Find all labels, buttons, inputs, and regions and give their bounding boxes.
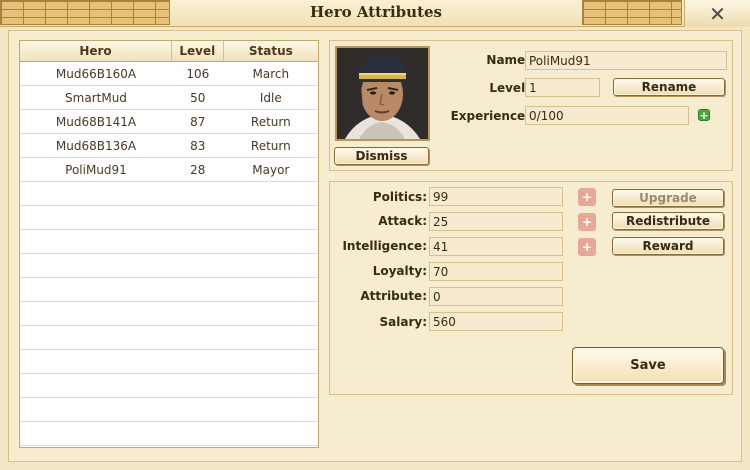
salary-field: 560 [429,312,563,331]
hero-name-cell: SmartMud [65,90,127,105]
table-row[interactable]: SmartMud 50 Idle [20,86,318,110]
hero-portrait [335,46,430,141]
empty-row [20,398,318,422]
politics-label: Politics: [372,190,427,204]
attack-label: Attack: [378,214,427,228]
hero-list-table: Hero Level Status Mud66B160A 106 March S… [19,40,319,448]
reward-button[interactable]: Reward [612,237,724,255]
hero-level-cell: 106 [186,66,210,81]
experience-field: 0/100 [525,106,689,125]
empty-row [20,326,318,350]
add-politics-icon[interactable]: + [578,188,596,206]
hero-portrait-image [337,48,428,139]
table-row[interactable]: Mud68B141A 87 Return [20,110,318,134]
empty-row [20,230,318,254]
hero-level-cell: 28 [190,162,206,177]
hero-level-cell: 50 [190,90,206,105]
loyalty-field: 70 [429,262,563,281]
empty-row [20,374,318,398]
brick-decoration-right [582,0,682,25]
empty-row [20,278,318,302]
hero-status-cell: March [252,66,290,81]
brick-decoration-left [0,0,170,25]
window-title: Hero Attributes [310,3,442,21]
upgrade-button[interactable]: Upgrade [612,189,724,207]
add-intelligence-icon[interactable]: + [578,238,596,256]
empty-row [20,422,318,446]
add-attack-icon[interactable]: + [578,213,596,231]
dismiss-button[interactable]: Dismiss [334,147,429,165]
attribute-label: Attribute: [360,289,427,303]
dialog-body: Hero Level Status Mud66B160A 106 March S… [8,30,742,462]
save-button[interactable]: Save [572,347,724,384]
salary-label: Salary: [379,315,428,329]
hero-profile-panel: Dismiss Name: PoliMud91 Level: 1 Rename … [329,40,733,171]
hero-name-cell: Mud68B141A [55,114,137,129]
loyalty-label: Loyalty: [372,264,427,278]
name-label: Name: [486,53,530,67]
empty-row [20,350,318,374]
hero-level-cell: 87 [190,114,206,129]
intelligence-label: Intelligence: [342,239,427,253]
hero-level-cell: 83 [190,138,206,153]
attribute-field: 0 [429,287,563,306]
intelligence-field: 41 [429,237,563,256]
hero-name-cell: Mud66B160A [55,66,137,81]
column-header-hero[interactable]: Hero [20,41,172,61]
title-bar: Hero Attributes ✕ [0,0,750,27]
level-label: Level: [489,81,530,95]
rename-button[interactable]: Rename [613,78,725,96]
empty-row [20,302,318,326]
empty-row [20,254,318,278]
hero-status-cell: Return [250,114,291,129]
experience-label: Experience: [450,109,530,123]
hero-name-cell: Mud68B136A [55,138,137,153]
table-row[interactable]: PoliMud91 28 Mayor [20,158,318,182]
hero-name-cell: PoliMud91 [65,162,127,177]
hero-status-cell: Mayor [252,162,290,177]
level-field: 1 [525,78,600,97]
table-row[interactable]: Mud66B160A 106 March [20,62,318,86]
column-header-status[interactable]: Status [224,41,318,61]
close-icon: ✕ [709,1,726,26]
redistribute-button[interactable]: Redistribute [612,212,724,230]
politics-field: 99 [429,187,563,206]
attack-field: 25 [429,212,563,231]
close-button[interactable]: ✕ [684,0,750,27]
table-row[interactable]: Mud68B136A 83 Return [20,134,318,158]
name-field[interactable]: PoliMud91 [525,51,727,70]
column-header-level[interactable]: Level [172,41,224,61]
table-header: Hero Level Status [20,41,318,62]
empty-row [20,206,318,230]
add-experience-icon[interactable]: + [698,109,710,122]
hero-status-cell: Return [250,138,291,153]
empty-row [20,182,318,206]
hero-status-cell: Idle [259,90,282,105]
